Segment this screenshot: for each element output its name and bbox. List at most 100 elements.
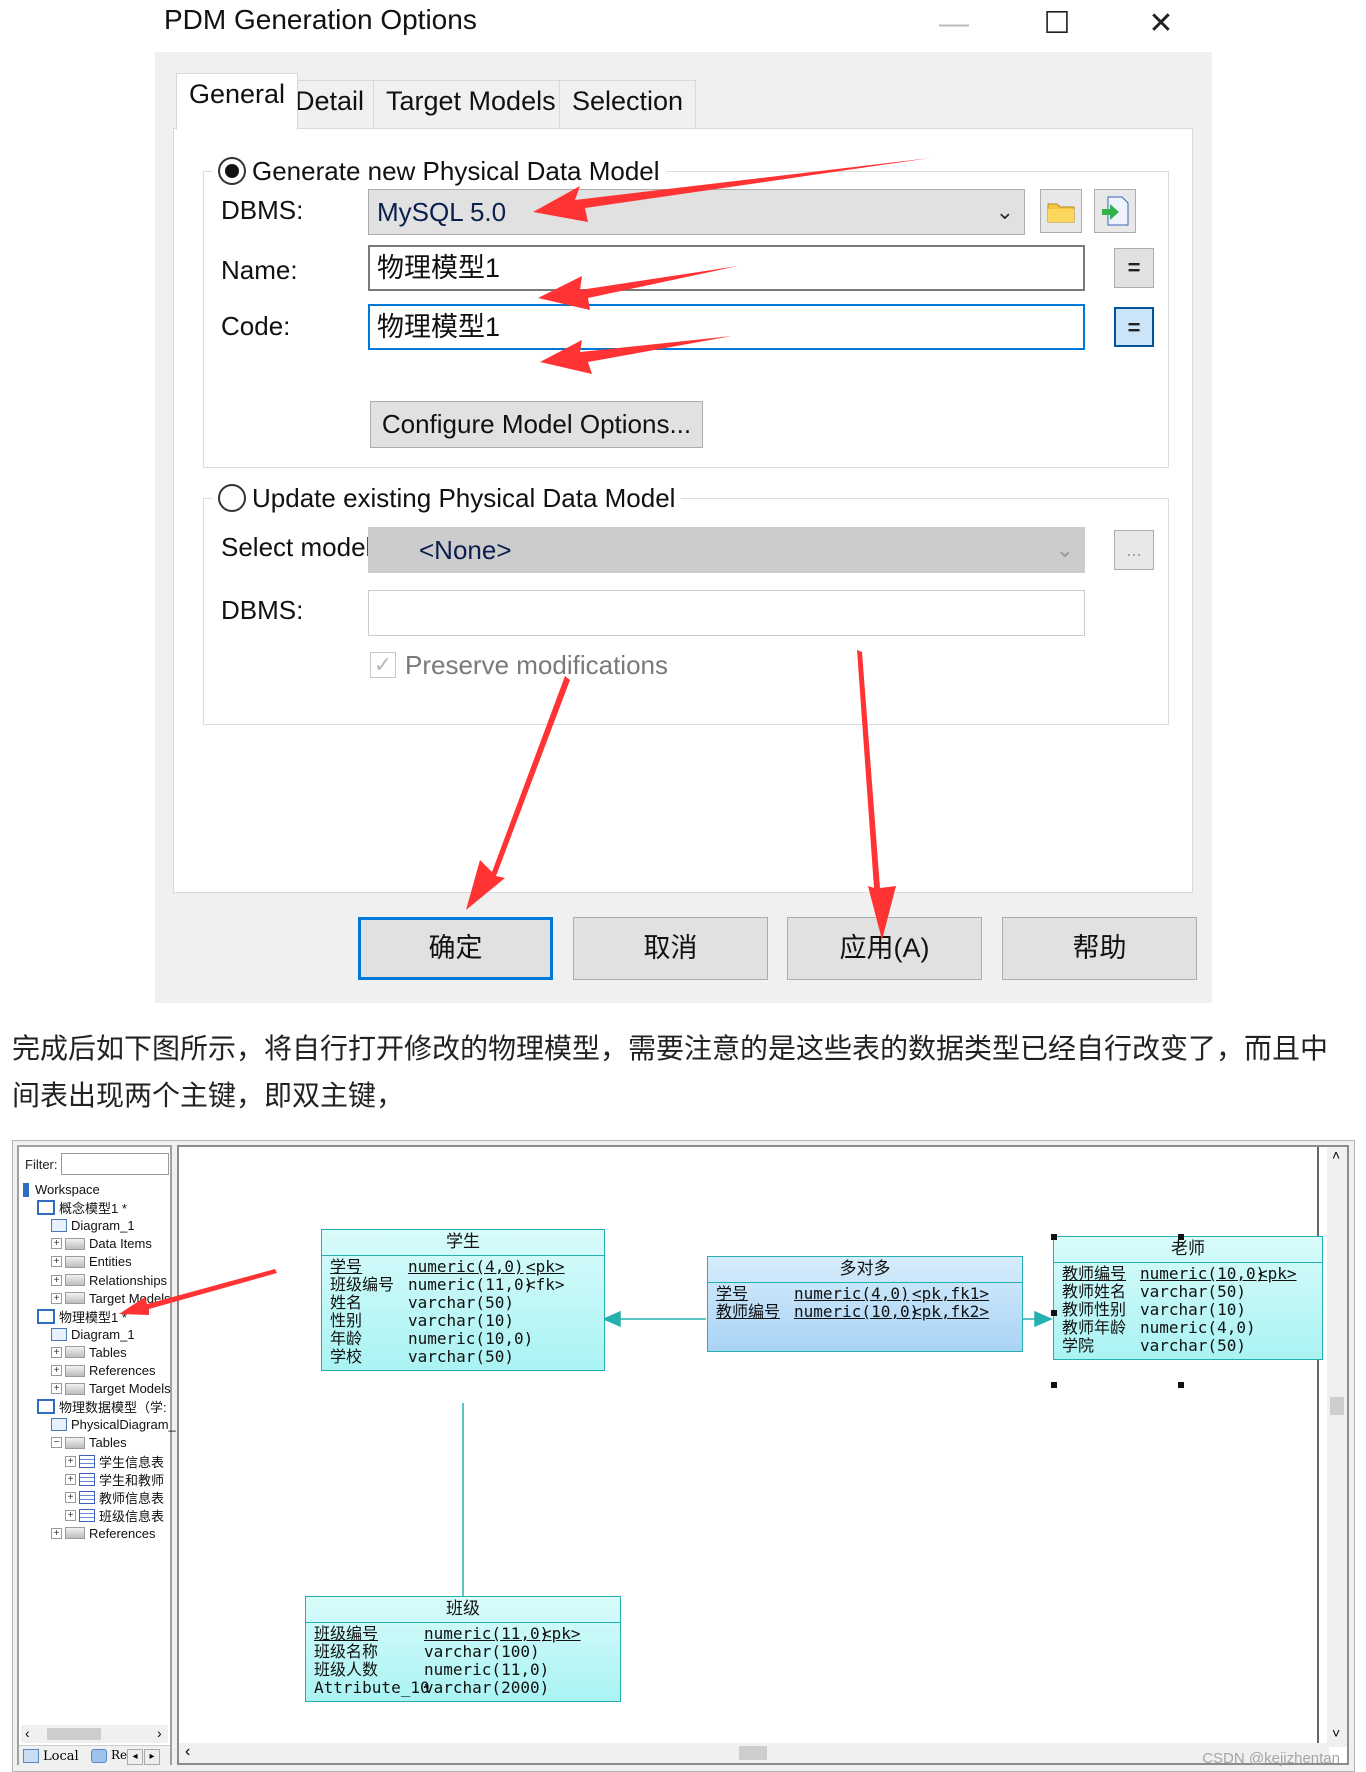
scroll-thumb[interactable] xyxy=(47,1728,101,1740)
expand-icon[interactable]: + xyxy=(65,1491,76,1503)
expand-icon[interactable]: + xyxy=(51,1292,62,1304)
tree-item[interactable]: + Tables xyxy=(51,1344,127,1361)
attribute-type: varchar(50) xyxy=(1140,1282,1246,1301)
tree-item[interactable]: + Data Items xyxy=(51,1235,152,1252)
attribute-name: 年龄 xyxy=(330,1329,363,1348)
scroll-up-icon[interactable]: ˄ xyxy=(1332,1147,1340,1163)
vertical-scroll-thumb[interactable] xyxy=(1330,1397,1344,1415)
tree-item[interactable]: PhysicalDiagram_ xyxy=(51,1416,176,1433)
scroll-left-icon[interactable]: ‹ xyxy=(25,1725,30,1741)
horizontal-scroll-thumb[interactable] xyxy=(739,1746,767,1760)
tree-item[interactable]: Diagram_1 xyxy=(51,1217,135,1234)
entity-class[interactable]: 班级 班级编号 numeric(11,0) <pk> 班级名称 varchar(100) 班… xyxy=(305,1596,621,1702)
minimize-button[interactable]: — xyxy=(928,4,980,44)
cancel-button[interactable]: 取消 xyxy=(573,917,768,980)
import-dbms-button[interactable] xyxy=(1094,189,1136,233)
expand-icon[interactable]: + xyxy=(51,1256,62,1268)
apply-button[interactable]: 应用(A) xyxy=(787,917,982,980)
tree-item[interactable]: + Target Models xyxy=(51,1290,171,1307)
tree-item[interactable]: 物理模型1 * xyxy=(37,1308,127,1325)
entity-attribute-row: 教师年龄 numeric(4,0) xyxy=(1054,1319,1322,1337)
tree-item-label: Relationships xyxy=(89,1272,168,1288)
close-button[interactable]: ✕ xyxy=(1135,4,1187,44)
expand-icon[interactable]: + xyxy=(51,1274,62,1286)
tree-item-label: Diagram_1 xyxy=(71,1218,135,1234)
tree-item[interactable]: + 班级信息表 xyxy=(65,1507,164,1524)
selection-handle[interactable] xyxy=(1051,1234,1057,1240)
tree-item[interactable]: + Entities xyxy=(51,1253,132,1270)
attribute-type: numeric(11,0) xyxy=(408,1275,534,1294)
attribute-type: numeric(4,0) xyxy=(408,1257,524,1276)
tree-item[interactable]: + References xyxy=(51,1525,155,1542)
expand-icon[interactable]: + xyxy=(65,1473,76,1485)
filter-input[interactable] xyxy=(61,1153,169,1175)
canvas-vertical-scrollbar[interactable]: ˄ ˅ xyxy=(1327,1147,1347,1747)
browse-folder-button[interactable] xyxy=(1040,189,1082,233)
entity-attribute-row: 教师性别 varchar(10) xyxy=(1054,1301,1322,1319)
help-button[interactable]: 帮助 xyxy=(1002,917,1197,980)
tab-local[interactable]: Local xyxy=(43,1749,79,1764)
dialog-title: PDM Generation Options xyxy=(164,4,477,35)
update-dbms-input xyxy=(368,590,1085,636)
selection-handle[interactable] xyxy=(1051,1382,1057,1388)
expand-icon[interactable]: + xyxy=(51,1238,62,1250)
entity-attributes: 班级编号 numeric(11,0) <pk> 班级名称 varchar(100) 班级人… xyxy=(306,1623,620,1701)
entity-teacher[interactable]: 老师 教师编号 numeric(10,0) <pk> 教师姓名 varchar(50) 教师… xyxy=(1053,1236,1323,1360)
attribute-key: <pk,fk2> xyxy=(912,1302,990,1321)
scroll-right-icon[interactable]: › xyxy=(157,1725,162,1741)
tree-item[interactable]: + 学生和教师 xyxy=(65,1471,164,1488)
attribute-name: 班级人数 xyxy=(314,1660,379,1679)
generate-new-radio[interactable]: Generate new Physical Data Model xyxy=(212,153,666,189)
tab-selection[interactable]: Selection xyxy=(559,80,697,129)
collapse-icon[interactable]: − xyxy=(51,1437,62,1449)
expand-icon[interactable]: + xyxy=(51,1527,62,1539)
diagram-canvas[interactable]: ˄ ˅ ‹ 学生 学号 numeric(4,0) <pk> 班级编号 numeric(11… xyxy=(177,1145,1349,1765)
expand-icon[interactable]: + xyxy=(51,1365,62,1376)
selection-handle[interactable] xyxy=(1051,1310,1057,1316)
update-existing-radio[interactable]: Update existing Physical Data Model xyxy=(212,480,682,516)
tree-item-label: Tables xyxy=(89,1435,127,1451)
configure-model-options-button[interactable]: Configure Model Options... xyxy=(370,401,703,448)
selection-handle[interactable] xyxy=(1178,1382,1184,1388)
tree-item[interactable]: − Tables xyxy=(51,1434,127,1451)
expand-icon[interactable]: + xyxy=(65,1509,76,1521)
code-equal-button[interactable]: = xyxy=(1114,307,1154,347)
tree-item[interactable]: 概念模型1 * xyxy=(37,1199,127,1216)
tab-scroll-left-button[interactable]: ◂ xyxy=(127,1749,143,1765)
tree-item[interactable]: + References xyxy=(51,1362,155,1379)
powerdesigner-screenshot: Filter: Workspace 概念模型1 * Diagram_1 + Data I… xyxy=(12,1140,1355,1772)
attribute-key: <pk,fk1> xyxy=(912,1284,990,1303)
expand-icon[interactable]: + xyxy=(51,1383,62,1395)
name-equal-button[interactable]: = xyxy=(1114,248,1154,288)
folder-icon xyxy=(1047,203,1075,223)
name-input[interactable]: 物理模型1 xyxy=(368,245,1085,291)
tree-item[interactable]: + Target Models xyxy=(51,1380,171,1397)
table-icon xyxy=(79,1508,95,1522)
code-input[interactable]: 物理模型1 xyxy=(368,304,1085,350)
tree-item[interactable]: Diagram_1 xyxy=(51,1326,135,1343)
tree-item[interactable]: Workspace xyxy=(23,1181,100,1198)
tree-item[interactable]: + 学生信息表 xyxy=(65,1453,164,1470)
tree-item[interactable]: + 教师信息表 xyxy=(65,1489,164,1506)
tab-general[interactable]: General xyxy=(176,73,299,130)
selection-handle[interactable] xyxy=(1178,1234,1184,1240)
expand-icon[interactable]: + xyxy=(65,1455,76,1467)
tab-repository[interactable]: Re xyxy=(111,1748,127,1762)
tab-scroll-right-button[interactable]: ▸ xyxy=(144,1749,160,1765)
entity-student[interactable]: 学生 学号 numeric(4,0) <pk> 班级编号 numeric(11,0) <fk… xyxy=(321,1229,605,1371)
folder-icon xyxy=(65,1274,85,1286)
tree-item[interactable]: + Relationships xyxy=(51,1272,167,1289)
expand-icon[interactable]: + xyxy=(51,1346,62,1358)
dbms-select[interactable]: MySQL 5.0 ⌄ xyxy=(368,189,1025,235)
entity-attribute-row: 学号 numeric(4,0) <pk,fk1> xyxy=(708,1285,1022,1303)
tab-target-models[interactable]: Target Models xyxy=(373,80,569,129)
folder-icon xyxy=(65,1292,85,1305)
browser-horizontal-scrollbar[interactable]: ‹ › xyxy=(21,1725,168,1743)
entity-many-to-many[interactable]: 多对多 学号 numeric(4,0) <pk,fk1> 教师编号 numeric(10,… xyxy=(707,1256,1023,1352)
attribute-key: <pk> xyxy=(526,1257,565,1276)
tree-item-label: References xyxy=(89,1525,156,1541)
scroll-down-icon[interactable]: ˅ xyxy=(1332,1725,1340,1741)
maximize-button[interactable]: ☐ xyxy=(1031,4,1083,44)
tree-item[interactable]: 物理数据模型（学: xyxy=(37,1398,167,1415)
ok-button[interactable]: 确定 xyxy=(358,917,553,980)
